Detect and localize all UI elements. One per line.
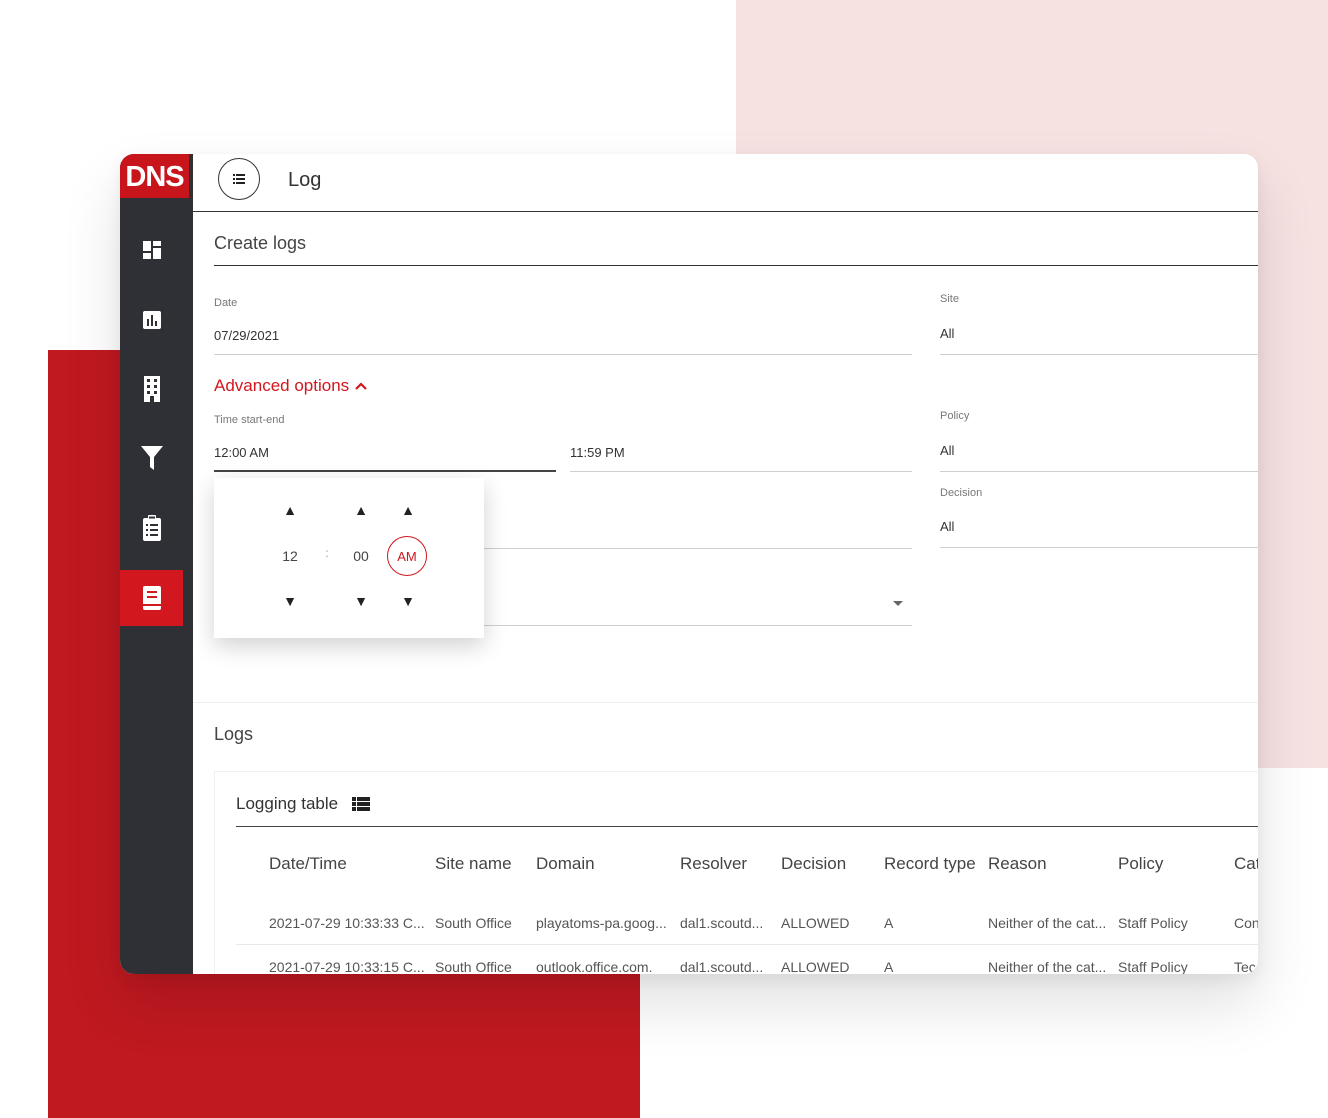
section-divider [193, 702, 1258, 703]
date-underline [214, 354, 912, 355]
table-cell: 2021-07-29 10:33:33 C... [269, 915, 425, 931]
table-cell: ALLOWED [781, 959, 850, 974]
table-list-icon [352, 797, 371, 811]
table-cell: outlook.office.com. [536, 959, 653, 974]
column-header-category[interactable]: Cat [1234, 854, 1258, 874]
site-label: Site [940, 293, 959, 305]
hour-increment-button[interactable]: ▲ [280, 502, 300, 518]
app-window: DNS Log Create logs Date 07/29/2021 Site… [120, 154, 1258, 974]
hour-value[interactable]: 12 [280, 548, 300, 564]
advanced-options-label: Advanced options [214, 376, 350, 395]
page-title: Log [288, 169, 322, 191]
sidebar-item-logs[interactable] [120, 570, 183, 626]
table-cell: Con [1234, 915, 1258, 931]
table-cell: ALLOWED [781, 915, 850, 931]
time-start-input[interactable]: 12:00 AM [214, 445, 269, 460]
date-label: Date [214, 297, 238, 309]
top-bar: Log [193, 154, 1258, 212]
building-icon [143, 376, 160, 402]
period-toggle[interactable]: AM [387, 536, 427, 576]
filter-icon [140, 446, 163, 470]
time-picker-popup: ▲ ▲ ▲ 12 : 00 AM ▼ ▼ ▼ [214, 478, 484, 638]
decision-label: Decision [940, 487, 983, 499]
table-cell: dal1.scoutd... [680, 915, 764, 931]
sidebar-item-dashboard[interactable] [120, 222, 183, 278]
table-cell: A [884, 959, 894, 974]
table-row-divider [236, 944, 1258, 945]
dashboard-icon [142, 241, 161, 259]
table-cell: A [884, 915, 894, 931]
logging-table-card: Logging table Date/Time Site name Domain… [214, 771, 1258, 974]
policy-select[interactable]: All [940, 443, 954, 458]
time-end-underline [570, 471, 912, 472]
sidebar-item-filters[interactable] [120, 430, 183, 486]
column-header-datetime[interactable]: Date/Time [269, 854, 347, 874]
table-cell: South Office [435, 915, 512, 931]
divider [214, 265, 1258, 266]
sidebar-item-tasks[interactable] [120, 500, 183, 556]
minute-decrement-button[interactable]: ▼ [351, 593, 371, 609]
main-content: Log Create logs Date 07/29/2021 Site All… [193, 154, 1258, 974]
table-cell: Neither of the cat... [988, 915, 1107, 931]
table-cell: playatoms-pa.goog... [536, 915, 667, 931]
list-icon [233, 174, 245, 184]
table-cell: South Office [435, 959, 512, 974]
table-cell: Neither of the cat... [988, 959, 1107, 974]
advanced-options-toggle[interactable]: Advanced options [214, 376, 367, 396]
logo[interactable]: DNS [120, 154, 189, 198]
minute-increment-button[interactable]: ▲ [351, 502, 371, 518]
minute-value[interactable]: 00 [350, 548, 372, 564]
period-decrement-button[interactable]: ▼ [398, 593, 418, 609]
logging-table-title: Logging table [236, 794, 339, 813]
chart-icon [142, 311, 161, 329]
period-increment-button[interactable]: ▲ [398, 502, 418, 518]
time-end-input[interactable]: 11:59 PM [570, 445, 625, 460]
date-input[interactable]: 07/29/2021 [214, 328, 279, 343]
logs-title: Logs [214, 724, 254, 744]
column-header-record-type[interactable]: Record type [884, 854, 976, 874]
sidebar-item-reports[interactable] [120, 292, 183, 348]
decision-select[interactable]: All [940, 519, 954, 534]
table-cell: dal1.scoutd... [680, 959, 764, 974]
time-separator: : [325, 546, 329, 560]
table-cell: Staff Policy [1118, 915, 1188, 931]
table-title-divider [236, 826, 1258, 827]
table-cell: Tec [1234, 959, 1256, 974]
create-logs-title: Create logs [214, 233, 307, 253]
sidebar-item-sites[interactable] [120, 361, 183, 417]
sidebar: DNS [120, 154, 193, 974]
table-cell: 2021-07-29 10:33:15 C... [269, 959, 425, 974]
column-header-site-name[interactable]: Site name [435, 854, 512, 874]
policy-label: Policy [940, 410, 970, 422]
time-range-label: Time start-end [214, 414, 285, 426]
chevron-up-icon [355, 382, 367, 390]
decision-underline [940, 547, 1258, 548]
hour-decrement-button[interactable]: ▼ [280, 593, 300, 609]
clipboard-list-icon [142, 515, 161, 541]
site-select[interactable]: All [940, 326, 954, 341]
column-header-decision[interactable]: Decision [781, 854, 846, 874]
menu-toggle-button[interactable] [218, 158, 260, 200]
column-header-policy[interactable]: Policy [1118, 854, 1163, 874]
site-underline [940, 354, 1258, 355]
table-cell: Staff Policy [1118, 959, 1188, 974]
column-header-resolver[interactable]: Resolver [680, 854, 747, 874]
time-start-underline [214, 470, 556, 472]
dropdown-caret-icon[interactable] [893, 601, 903, 606]
column-header-domain[interactable]: Domain [536, 854, 595, 874]
column-header-reason[interactable]: Reason [988, 854, 1047, 874]
book-icon [142, 586, 161, 610]
logging-table-header: Logging table [236, 794, 371, 814]
policy-underline [940, 471, 1258, 472]
